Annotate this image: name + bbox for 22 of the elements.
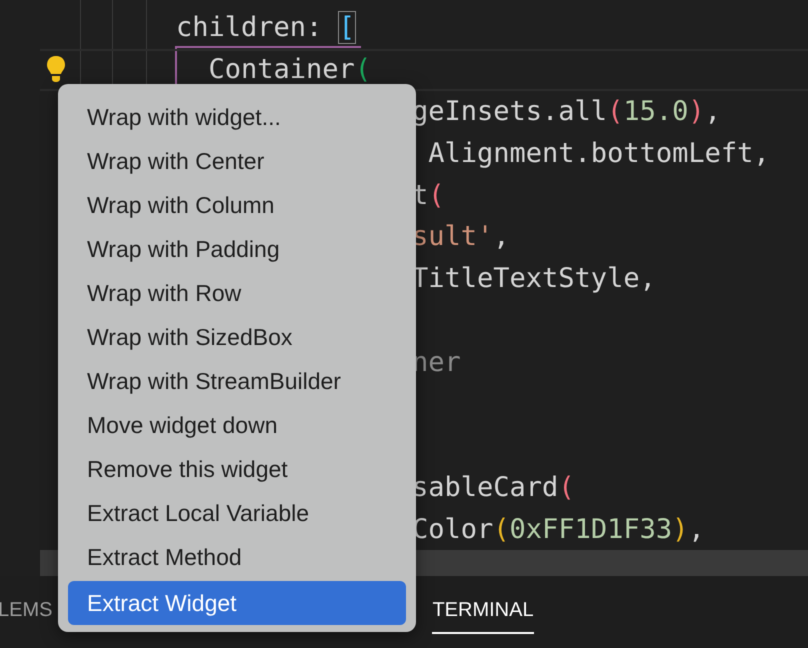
panel-tab[interactable]: LEMS [0, 600, 52, 634]
menu-item[interactable]: Wrap with StreamBuilder [68, 359, 406, 403]
menu-item[interactable]: Extract Method [68, 535, 406, 579]
code-line: Alignment.bottomLeft, [427, 140, 770, 167]
menu-item[interactable]: Wrap with widget... [68, 95, 406, 139]
code-line: sableCard( [412, 474, 575, 502]
menu-item[interactable]: Wrap with Row [68, 271, 406, 315]
code-line: TitleTextStyle, [412, 265, 656, 292]
menu-item[interactable]: Extract Widget [68, 581, 406, 625]
menu-item[interactable]: Move widget down [68, 403, 406, 447]
menu-item[interactable]: Wrap with Center [68, 139, 406, 183]
menu-item[interactable]: Remove this widget [68, 447, 406, 491]
menu-item[interactable]: Wrap with Column [68, 183, 406, 227]
code-line: Container( [208, 56, 372, 84]
menu-item[interactable]: Extract Local Variable [68, 491, 406, 535]
code-line: children: [ [176, 14, 355, 42]
code-line: geInsets.all(15.0), [412, 98, 721, 125]
panel-tab[interactable]: TERMINAL [432, 600, 534, 634]
menu-item[interactable]: Wrap with SizedBox [68, 315, 406, 359]
menu-item[interactable]: Wrap with Padding [68, 227, 406, 271]
code-line: sult', [412, 223, 510, 250]
lightbulb-icon[interactable] [46, 54, 66, 83]
